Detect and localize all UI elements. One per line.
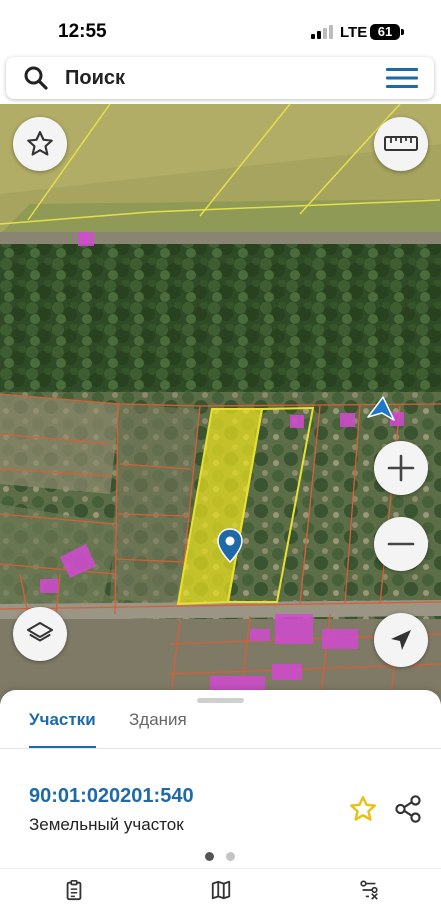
status-time: 12:55 xyxy=(58,21,107,42)
zoom-in-button[interactable] xyxy=(374,441,428,495)
status-bar: 12:55 LTE 61 xyxy=(0,0,441,56)
parcel-type: Земельный участок xyxy=(29,815,184,834)
plus-icon xyxy=(387,454,415,482)
layers-icon xyxy=(27,622,53,642)
battery-tip xyxy=(401,29,404,35)
star-outline-icon xyxy=(27,131,53,156)
map-icon[interactable] xyxy=(209,879,233,901)
tabs-divider xyxy=(0,748,441,749)
page-dot-active[interactable] xyxy=(205,852,214,861)
tab-parcels[interactable]: Участки xyxy=(29,710,96,749)
clipboard-icon[interactable] xyxy=(62,879,86,901)
battery-icon: 61 xyxy=(370,24,400,40)
location-pin-icon[interactable] xyxy=(217,528,243,564)
signal-icon xyxy=(311,25,335,39)
nav-divider xyxy=(0,868,441,869)
navigation-arrow-icon xyxy=(391,630,411,650)
zoom-out-button[interactable] xyxy=(374,517,428,571)
minus-icon xyxy=(387,542,415,546)
share-icon[interactable] xyxy=(393,794,423,824)
layers-button[interactable] xyxy=(13,607,67,661)
sheet-grabber[interactable] xyxy=(197,698,244,703)
network-type: LTE xyxy=(340,24,368,41)
locate-me-button[interactable] xyxy=(374,613,428,667)
ruler-button[interactable] xyxy=(374,117,428,171)
bottom-sheet[interactable]: Участки Здания 90:01:020201:540 Земельны… xyxy=(0,690,441,910)
ruler-icon xyxy=(384,136,418,151)
tab-buildings[interactable]: Здания xyxy=(129,710,187,748)
hamburger-menu-icon[interactable] xyxy=(386,66,418,90)
star-icon[interactable] xyxy=(348,794,378,824)
map-view[interactable] xyxy=(0,104,441,704)
search-bar[interactable]: Поиск xyxy=(6,57,434,99)
search-icon[interactable] xyxy=(23,65,49,91)
favorite-star-button[interactable] xyxy=(13,117,67,171)
user-location-icon xyxy=(367,396,395,421)
cadastral-number[interactable]: 90:01:020201:540 xyxy=(29,785,194,808)
route-settings-icon[interactable] xyxy=(357,879,381,901)
search-input[interactable]: Поиск xyxy=(65,67,125,90)
page-dot[interactable] xyxy=(226,852,235,861)
